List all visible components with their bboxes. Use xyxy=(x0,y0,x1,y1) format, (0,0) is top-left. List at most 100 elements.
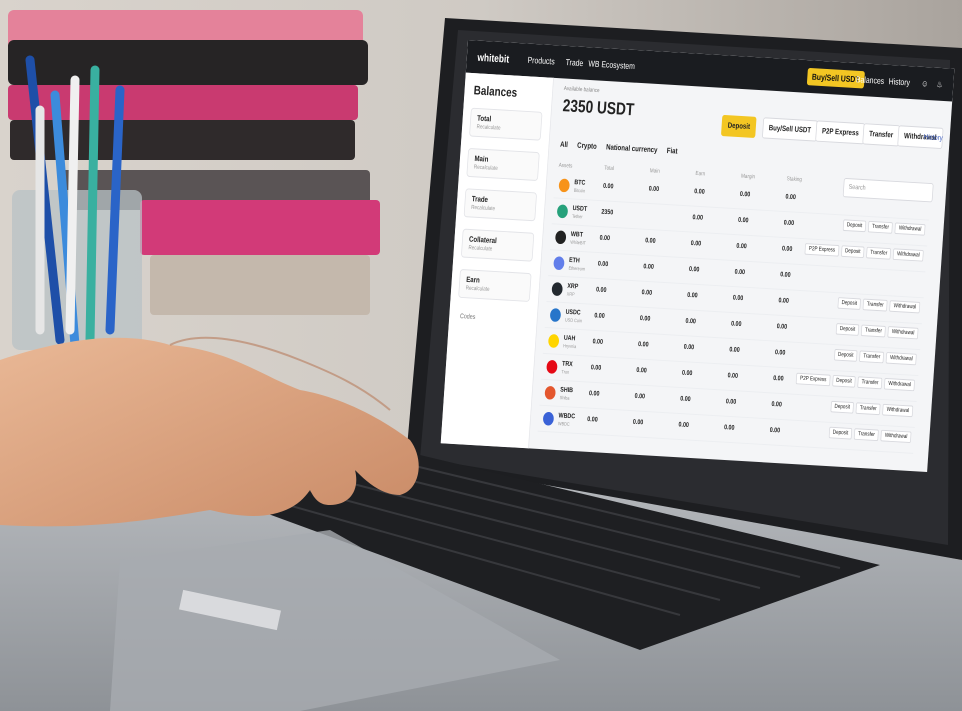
asset-name: Tether xyxy=(571,213,583,221)
balance-cell: 0.00 xyxy=(690,240,702,248)
row-action-button[interactable]: Withdrawal xyxy=(894,222,926,236)
coin-icon xyxy=(551,282,563,297)
row-action-button[interactable]: Transfer xyxy=(859,350,885,364)
transfer-button[interactable]: Transfer xyxy=(862,123,900,147)
balance-cell: 0.00 xyxy=(597,260,609,269)
bell-icon[interactable]: ♨ xyxy=(936,79,943,90)
col-total: Total xyxy=(604,165,615,173)
balance-cell: 0.00 xyxy=(634,393,646,401)
row-action-button[interactable]: Deposit xyxy=(840,245,865,259)
balance-cell: 0.00 xyxy=(595,286,607,294)
balance-cell: 0.00 xyxy=(783,219,795,228)
row-action-button[interactable]: Transfer xyxy=(857,376,883,390)
nav-balances[interactable]: Balances xyxy=(856,75,885,86)
row-action-button[interactable]: Transfer xyxy=(853,428,880,442)
tab-fiat[interactable]: Fiat xyxy=(666,146,677,155)
balance-cell: 0.00 xyxy=(723,424,735,432)
asset-symbol: WBDC xyxy=(558,412,576,421)
row-action-button[interactable]: Withdrawal xyxy=(889,300,921,314)
balance-cell: 0.00 xyxy=(641,289,653,297)
row-action-button[interactable]: Transfer xyxy=(862,298,888,312)
balance-cell: 0.00 xyxy=(729,346,740,354)
row-action-button[interactable]: Transfer xyxy=(866,246,892,260)
balance-cell: 0.00 xyxy=(643,263,654,271)
row-action-button[interactable]: Deposit xyxy=(832,374,856,388)
balance-cell: 0.00 xyxy=(599,234,611,243)
row-action-button[interactable]: Deposit xyxy=(842,219,867,233)
asset-name: Tron xyxy=(561,369,570,376)
asset-name: Shiba xyxy=(559,395,570,402)
balance-cell: 0.00 xyxy=(732,294,744,303)
sidebar-item-total[interactable]: Total Recalculate xyxy=(469,107,543,141)
row-actions: P2P Express Deposit Transfer Withdrawal xyxy=(803,243,924,262)
row-action-button[interactable]: P2P Express xyxy=(795,372,831,387)
row-action-button[interactable]: Withdrawal xyxy=(885,352,917,366)
user-icon[interactable]: ☺ xyxy=(921,78,929,88)
row-action-button[interactable]: Transfer xyxy=(855,402,881,416)
row-action-button[interactable]: Withdrawal xyxy=(882,403,914,418)
balance-cell: 0.00 xyxy=(685,317,697,326)
balance-cell: 0.00 xyxy=(680,395,691,404)
tab-crypto[interactable]: Crypto xyxy=(577,141,597,151)
asset-symbol: TRX xyxy=(561,360,573,369)
sidebar-item-earn[interactable]: Earn Recalculate xyxy=(458,268,532,302)
sidebar-item-collateral[interactable]: Collateral Recalculate xyxy=(460,228,535,262)
balance-cell: 0.00 xyxy=(737,216,749,225)
asset-name: Ethereum xyxy=(568,265,586,273)
balance-cell: 0.00 xyxy=(692,214,704,222)
tab-all[interactable]: All xyxy=(560,140,568,149)
p2p-express-button[interactable]: P2P Express xyxy=(815,120,866,145)
balance-cell: 0.00 xyxy=(774,349,786,357)
row-action-button[interactable]: Deposit xyxy=(837,297,862,310)
asset-name: WBDC xyxy=(557,421,570,428)
nav-trade[interactable]: Trade xyxy=(565,57,583,68)
row-actions: Deposit Transfer Withdrawal xyxy=(828,400,914,418)
row-action-button[interactable]: Deposit xyxy=(833,348,858,362)
nav-ecosystem[interactable]: WB Ecosystem xyxy=(588,59,635,71)
coin-icon xyxy=(553,256,565,271)
col-staking: Staking xyxy=(786,176,803,184)
row-action-button[interactable]: Withdrawal xyxy=(892,248,924,262)
row-actions: P2P Express Deposit Transfer Withdrawal xyxy=(794,372,916,392)
balance-cell: 0.00 xyxy=(739,191,751,199)
asset-symbol: ETH xyxy=(568,257,580,265)
row-action-button[interactable]: Transfer xyxy=(860,324,887,338)
logo[interactable]: whitebit xyxy=(477,52,509,65)
balance-cell: 0.00 xyxy=(588,390,600,398)
balance-cell: 0.00 xyxy=(688,266,700,274)
col-assets: Assets xyxy=(558,162,573,170)
row-action-button[interactable]: Deposit xyxy=(835,323,860,336)
row-action-button[interactable]: Withdrawal xyxy=(880,429,912,444)
coin-icon xyxy=(554,230,567,245)
row-action-button[interactable]: Deposit xyxy=(828,426,853,440)
balance-cell: 0.00 xyxy=(644,237,656,245)
balance-cell: 0.00 xyxy=(771,401,783,409)
balance-cell: 0.00 xyxy=(648,185,660,193)
row-action-button[interactable]: P2P Express xyxy=(804,243,840,257)
balance-caption: Available balance xyxy=(563,86,600,95)
row-action-button[interactable]: Deposit xyxy=(830,400,855,414)
sidebar-codes[interactable]: Codes xyxy=(460,313,476,321)
row-action-button[interactable]: Transfer xyxy=(867,220,894,234)
row-action-button[interactable]: Withdrawal xyxy=(887,326,919,340)
sidebar-item-main[interactable]: Main Recalculate xyxy=(466,147,540,181)
balance-cell: 0.00 xyxy=(681,369,693,378)
balance-cell: 0.00 xyxy=(727,372,739,380)
sidebar-item-trade[interactable]: Trade Recalculate xyxy=(463,188,538,222)
nav-products[interactable]: Products xyxy=(527,55,555,66)
coin-icon xyxy=(558,178,570,193)
row-action-button[interactable]: Withdrawal xyxy=(884,377,916,392)
buy-sell-usdt-button[interactable]: Buy/Sell USDT xyxy=(761,117,818,142)
balance-cell: 0.00 xyxy=(678,421,690,429)
tab-national-currency[interactable]: National currency xyxy=(606,143,658,155)
row-actions: Deposit Transfer Withdrawal xyxy=(833,323,919,340)
balance-cell: 0.00 xyxy=(639,315,651,323)
balance-cell: 0.00 xyxy=(730,320,742,328)
balance-cell: 0.00 xyxy=(592,338,604,346)
balance-amount: 2350 USDT xyxy=(562,95,635,120)
nav-history[interactable]: History xyxy=(888,76,910,87)
asset-name: USD Coin xyxy=(564,317,583,325)
balance-cell: 0.00 xyxy=(590,364,602,372)
deposit-button[interactable]: Deposit xyxy=(720,114,757,138)
history-link[interactable]: History xyxy=(924,133,944,143)
